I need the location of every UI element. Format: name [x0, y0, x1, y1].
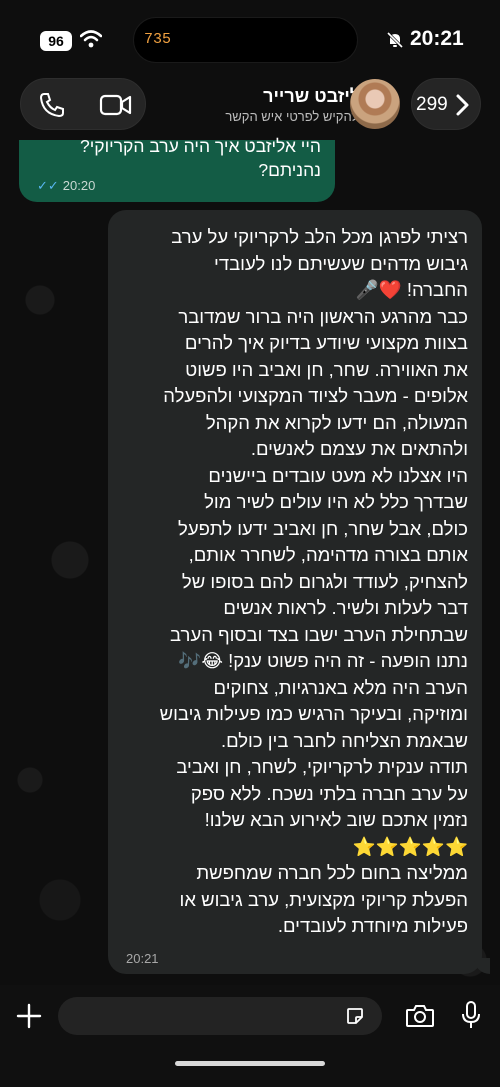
unread-count: 299 — [416, 94, 448, 115]
battery-indicator: 96 — [40, 31, 72, 51]
incoming-message-text: רציתי לפרגן מכל הלב לרקריוקי על ערב גיבוש… — [122, 224, 468, 940]
message-line: גיבוש מדהים שעשיתם לנו לעובדי — [214, 252, 468, 274]
message-line: הערב היה מלא באנרגיות, צחוקים — [213, 676, 468, 698]
message-line: שבדרך כלל לא היו עולים לשיר מול — [204, 491, 468, 512]
message-line: להצחיק, לעודד ולגרום להם בסופו של — [181, 570, 468, 592]
microphone-icon[interactable] — [461, 1000, 481, 1030]
chat-header: אליזבט שרייר יך להקיש לפרטי איש הקשר 299 — [0, 76, 500, 138]
call-actions — [20, 78, 146, 130]
message-line: את האווירה. שחר, חן ואביב היו פשוט — [185, 358, 468, 380]
message-line: נזמין אתכם שוב לאירוע הבא שלנו! — [204, 809, 468, 830]
message-line: שבאמת הצליחה לחבר בין כולם. — [220, 729, 468, 751]
avatar[interactable] — [350, 79, 400, 129]
island-counter: 735 — [144, 31, 172, 48]
message-line: הפעלת קריוקי מקצועית, ערב גיבוש או — [179, 888, 468, 910]
sticker-icon[interactable] — [346, 1007, 364, 1025]
incoming-message[interactable]: רציתי לפרגן מכל הלב לרקריוקי על ערב גיבוש… — [108, 210, 490, 974]
message-line: נהניתם? — [258, 160, 321, 180]
video-camera-icon[interactable] — [99, 91, 133, 119]
message-line: ממליצה בחום לכל חברה שמחפשת — [196, 862, 468, 883]
message-line: היי אליזבט איך היה ערב הקריוקי? — [80, 136, 321, 156]
message-time: 20:20 — [62, 178, 96, 193]
message-line: רציתי לפרגן מכל הלב לרקריוקי על ערב — [171, 226, 468, 247]
plus-icon[interactable] — [16, 1003, 42, 1029]
message-time: 20:21 — [126, 951, 159, 966]
message-line: היו אצלנו לא מעט עובדים ביישנים — [208, 464, 468, 486]
camera-icon[interactable] — [405, 1003, 435, 1029]
message-line: החברה! ❤️🎤 — [355, 279, 468, 300]
status-bar: 96 735 20:21 — [0, 0, 500, 80]
contact-subtitle[interactable]: יך להקיש לפרטי איש הקשר — [225, 109, 372, 124]
message-line: נתנו הופעה - זה היה פשוט ענק! 😂🎶 — [178, 650, 468, 671]
status-time: 20:21 — [410, 27, 464, 50]
bell-muted-icon — [386, 31, 404, 49]
wifi-icon — [80, 30, 102, 48]
message-line: כבר מהרגע הראשון היה ברור שמדובר — [178, 305, 468, 327]
home-indicator — [175, 1061, 325, 1066]
message-input[interactable] — [58, 997, 382, 1035]
message-line: המעולה, הם ידעו לקרוא את הקהל — [205, 411, 468, 433]
dynamic-island: 735 — [133, 17, 358, 63]
outgoing-message-text: היי אליזבט איך היה ערב הקריוקי? נהניתם? — [80, 134, 321, 182]
message-line: ולהתאים את עצמם לאנשים. — [250, 438, 468, 459]
message-line: בצוות מקצועי שיודע בדיוק איך להרים — [184, 332, 468, 353]
message-line: ⭐⭐⭐⭐⭐ — [352, 835, 468, 857]
composer-bar — [0, 985, 500, 1087]
message-line: אלופים - מעבר לציוד המקצועי ולהפעלה — [163, 385, 468, 406]
message-meta: ✓✓ 20:20 — [37, 178, 95, 194]
message-line: אותם בצורה מדהימה, לשחרר אותם, — [188, 544, 468, 565]
message-line: כולם, אבל שחר, חן ואביב ידעו לתפעל — [178, 517, 468, 539]
chat-screen: 96 735 20:21 אליזבט שרייר יך להקיש לפרטי… — [0, 0, 500, 1087]
back-button[interactable]: 299 — [411, 78, 481, 130]
message-line: תודה ענקית לרקריוקי, לשחר, חן ואביב — [176, 756, 468, 777]
read-receipt-icon: ✓✓ — [37, 178, 59, 193]
message-line: ומוזיקה, ובעיקר הרגיש כמו פעילות גיבוש — [159, 703, 468, 724]
message-line: על ערב חברה בלתי נשכח. ללא ספק — [190, 782, 468, 804]
chevron-left-icon — [456, 94, 469, 116]
message-line: דבר לעלות ולשיר. לראות אנשים — [223, 597, 468, 618]
message-line: שבתחילת הערב ישבו בצד ובסוף הערב — [170, 623, 468, 645]
outgoing-message[interactable]: היי אליזבט איך היה ערב הקריוקי? נהניתם? … — [19, 136, 335, 202]
phone-icon[interactable] — [37, 91, 67, 119]
message-line: פעילות מיוחדת לעובדים. — [277, 915, 468, 936]
